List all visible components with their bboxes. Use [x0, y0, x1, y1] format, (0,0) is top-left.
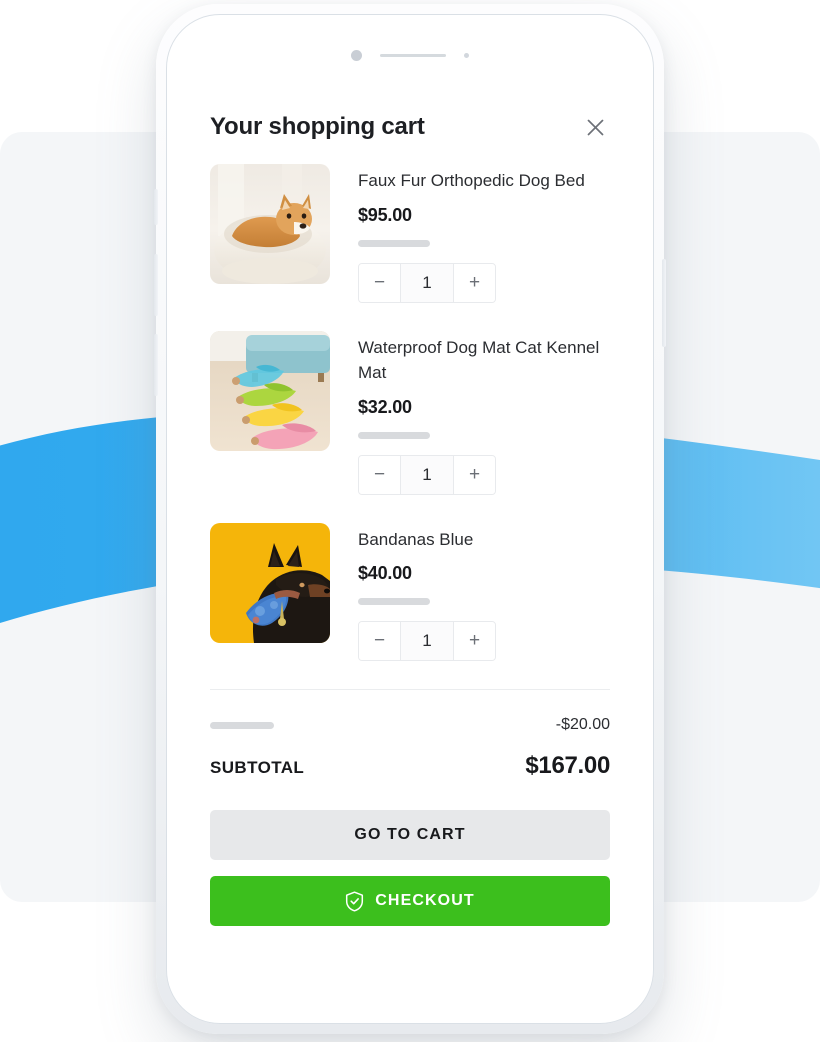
- phone-frame: Your shopping cart Faux Fur Orthopedic D…: [154, 4, 666, 1034]
- increment-quantity-button[interactable]: +: [454, 263, 495, 302]
- doberman-bandana-image: [210, 522, 330, 643]
- phone-sensor-row: [166, 50, 654, 61]
- phone-volume-up-button: [154, 254, 158, 316]
- decrement-quantity-button[interactable]: −: [359, 622, 400, 660]
- checkout-button[interactable]: CHECKOUT: [210, 876, 610, 926]
- cart-item: Faux Fur Orthopedic Dog Bed $95.00 − 1 +: [210, 164, 610, 303]
- product-thumbnail[interactable]: [210, 164, 330, 284]
- subtotal-label: SUBTOTAL: [210, 758, 305, 777]
- placeholder-bar: [210, 721, 274, 729]
- subtotal-row: SUBTOTAL $167.00: [210, 752, 610, 780]
- checkout-label: CHECKOUT: [375, 892, 475, 909]
- increment-quantity-button[interactable]: +: [454, 622, 495, 660]
- cart-item-list: Faux Fur Orthopedic Dog Bed $95.00 − 1 +: [210, 164, 610, 661]
- shiba-inu-dog-bed-image: [210, 164, 330, 284]
- product-thumbnail[interactable]: [210, 522, 330, 643]
- decrement-quantity-button[interactable]: −: [359, 455, 400, 494]
- quantity-value[interactable]: 1: [400, 622, 454, 660]
- discount-value: -$20.00: [555, 716, 610, 733]
- go-to-cart-button[interactable]: GO TO CART: [210, 810, 610, 860]
- cart-header: Your shopping cart: [210, 102, 610, 142]
- placeholder-bar: [358, 431, 430, 439]
- product-name: Faux Fur Orthopedic Dog Bed: [358, 171, 585, 190]
- go-to-cart-label: GO TO CART: [354, 826, 466, 843]
- order-summary: -$20.00 SUBTOTAL $167.00: [210, 690, 610, 780]
- page-title: Your shopping cart: [210, 113, 425, 140]
- decrement-quantity-button[interactable]: −: [359, 263, 400, 302]
- banana-pet-beds-image: [210, 330, 330, 451]
- product-info: Faux Fur Orthopedic Dog Bed $95.00 − 1 +: [358, 164, 610, 303]
- cart-item: Waterproof Dog Mat Cat Kennel Mat $32.00…: [210, 330, 610, 495]
- product-name: Bandanas Blue: [358, 529, 474, 549]
- product-price: $95.00: [358, 204, 412, 225]
- quantity-stepper: − 1 +: [358, 454, 496, 495]
- close-icon[interactable]: [580, 112, 610, 142]
- mockup-scene: Your shopping cart Faux Fur Orthopedic D…: [0, 0, 820, 1042]
- increment-quantity-button[interactable]: +: [454, 455, 495, 494]
- product-thumbnail[interactable]: [210, 330, 330, 451]
- product-price: $40.00: [358, 563, 412, 583]
- front-camera-icon: [351, 50, 362, 61]
- quantity-stepper: − 1 +: [358, 262, 496, 303]
- product-price: $32.00: [358, 396, 412, 417]
- phone-volume-down-button: [154, 334, 158, 396]
- proximity-sensor-icon: [464, 53, 469, 58]
- cart-actions: GO TO CART CHECKOUT: [210, 810, 610, 926]
- product-info: Bandanas Blue $40.00 − 1 +: [358, 523, 610, 661]
- phone-screen: Your shopping cart Faux Fur Orthopedic D…: [166, 14, 654, 1024]
- cart-item: Bandanas Blue $40.00 − 1 +: [210, 522, 610, 661]
- shield-check-icon: [345, 890, 364, 912]
- earpiece-speaker: [380, 54, 446, 57]
- product-info: Waterproof Dog Mat Cat Kennel Mat $32.00…: [358, 331, 610, 495]
- cart-screen: Your shopping cart Faux Fur Orthopedic D…: [166, 102, 654, 926]
- quantity-stepper: − 1 +: [358, 621, 496, 661]
- discount-row: -$20.00: [210, 716, 610, 734]
- quantity-value[interactable]: 1: [400, 455, 454, 494]
- phone-mute-switch: [154, 189, 158, 225]
- placeholder-bar: [358, 239, 430, 247]
- phone-power-button: [662, 259, 666, 347]
- quantity-value[interactable]: 1: [400, 263, 454, 302]
- subtotal-value: $167.00: [525, 752, 610, 779]
- placeholder-bar: [358, 598, 430, 605]
- product-name: Waterproof Dog Mat Cat Kennel Mat: [358, 337, 600, 383]
